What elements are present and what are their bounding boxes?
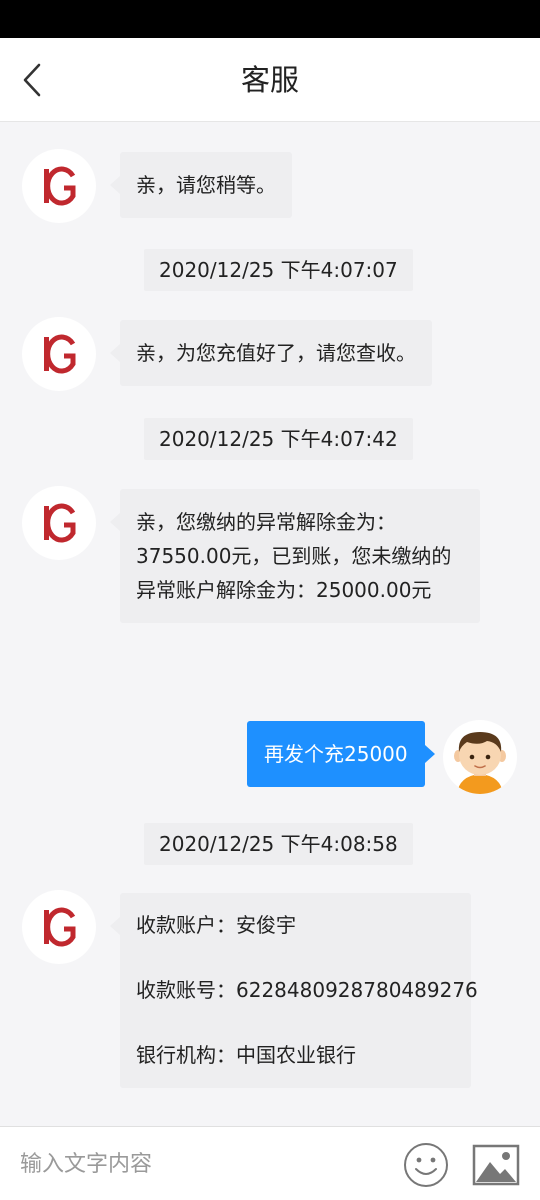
- image-picture-icon: [472, 1144, 520, 1186]
- message-line: 亲，您缴纳的异常解除金为：: [136, 510, 396, 534]
- agent-message: 亲，请您稍等。: [110, 152, 292, 218]
- emoji-button[interactable]: [402, 1141, 450, 1189]
- message-line: 37550.00元，已到账，您未缴纳的: [136, 544, 452, 568]
- timestamp: 2020/12/25 下午4:07:07: [144, 249, 413, 291]
- status-bar: [0, 0, 540, 38]
- smiley-face-icon: [404, 1143, 448, 1187]
- ig-logo-icon: [44, 503, 76, 543]
- agent-message: 亲，您缴纳的异常解除金为： 37550.00元，已到账，您未缴纳的 异常账户解除…: [110, 489, 480, 623]
- agent-avatar[interactable]: [22, 890, 96, 964]
- user-avatar[interactable]: [443, 720, 517, 794]
- ig-logo-icon: [44, 907, 76, 947]
- ig-logo-icon: [44, 334, 76, 374]
- page-title: 客服: [240, 63, 299, 97]
- image-button[interactable]: [472, 1144, 520, 1186]
- message-line: 亲，请您稍等。: [136, 173, 276, 197]
- timestamp: 2020/12/25 下午4:07:42: [144, 418, 413, 460]
- agent-avatar[interactable]: [22, 149, 96, 223]
- message-line: 收款账号：6228480928780489276: [136, 978, 478, 1002]
- message-line: 再发个充25000: [264, 742, 408, 766]
- agent-message: 亲，为您充值好了，请您查收。: [110, 320, 432, 386]
- agent-avatar[interactable]: [22, 486, 96, 560]
- timestamp: 2020/12/25 下午4:08:58: [144, 823, 413, 865]
- message-input[interactable]: [20, 1141, 380, 1187]
- agent-avatar[interactable]: [22, 317, 96, 391]
- ig-logo-icon: [44, 166, 76, 206]
- message-line: 亲，为您充值好了，请您查收。: [136, 341, 416, 365]
- chat-area[interactable]: 亲，请您稍等。 2020/12/25 下午4:07:07 亲，为您充值好了，请您…: [0, 122, 540, 1126]
- message-line: 异常账户解除金为：25000.00元: [136, 578, 432, 602]
- user-message: 再发个充25000: [247, 721, 435, 787]
- agent-message: 收款账户：安俊宇 收款账号：6228480928780489276 银行机构：中…: [110, 893, 478, 1088]
- message-line: 银行机构：中国农业银行: [136, 1043, 356, 1067]
- header: 客服: [0, 38, 540, 122]
- input-bar: [0, 1126, 540, 1200]
- boy-avatar-icon: [454, 732, 506, 794]
- message-line: 收款账户：安俊宇: [136, 913, 296, 937]
